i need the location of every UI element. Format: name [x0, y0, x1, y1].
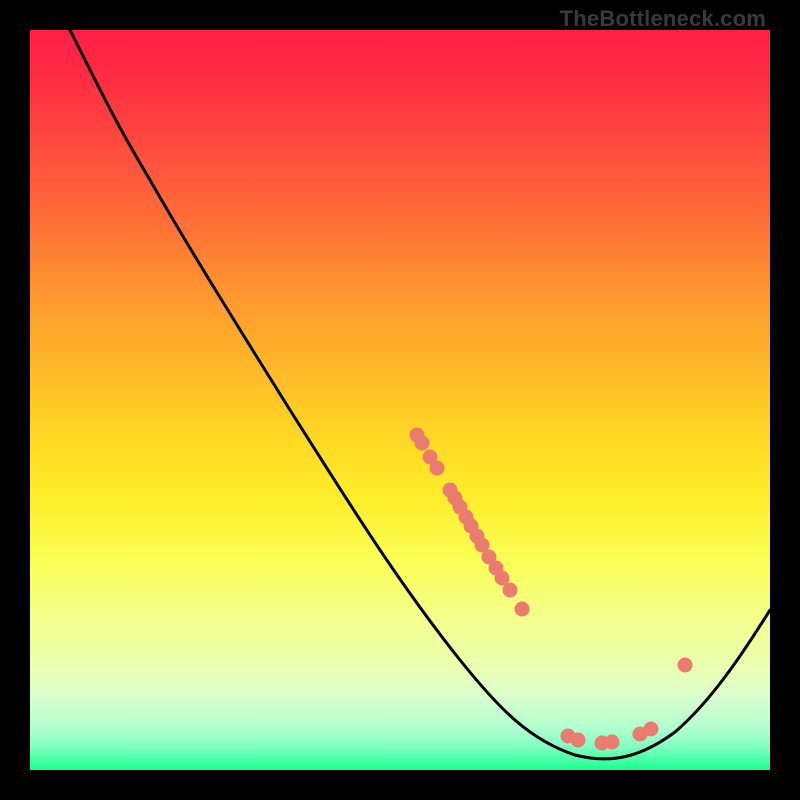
data-point	[644, 722, 659, 737]
data-points-group	[410, 428, 693, 751]
data-point	[410, 428, 425, 443]
data-point	[415, 436, 430, 451]
data-point	[633, 727, 648, 742]
data-point	[495, 571, 510, 586]
data-point	[459, 510, 474, 525]
watermark-text: TheBottleneck.com	[560, 6, 766, 32]
curve-line	[70, 30, 770, 759]
data-point	[515, 602, 530, 617]
data-point	[453, 500, 468, 515]
data-point	[571, 733, 586, 748]
data-point	[482, 550, 497, 565]
chart-plot-area	[30, 30, 770, 770]
data-point	[489, 561, 504, 576]
data-point	[678, 658, 693, 673]
data-point	[605, 735, 620, 750]
data-point	[503, 583, 518, 598]
data-point	[443, 483, 458, 498]
data-point	[430, 461, 445, 476]
chart-svg	[30, 30, 770, 770]
data-point	[561, 729, 576, 744]
data-point	[423, 450, 438, 465]
data-point	[448, 491, 463, 506]
data-point	[464, 519, 479, 534]
data-point	[595, 736, 610, 751]
data-point	[470, 529, 485, 544]
data-point	[475, 538, 490, 553]
